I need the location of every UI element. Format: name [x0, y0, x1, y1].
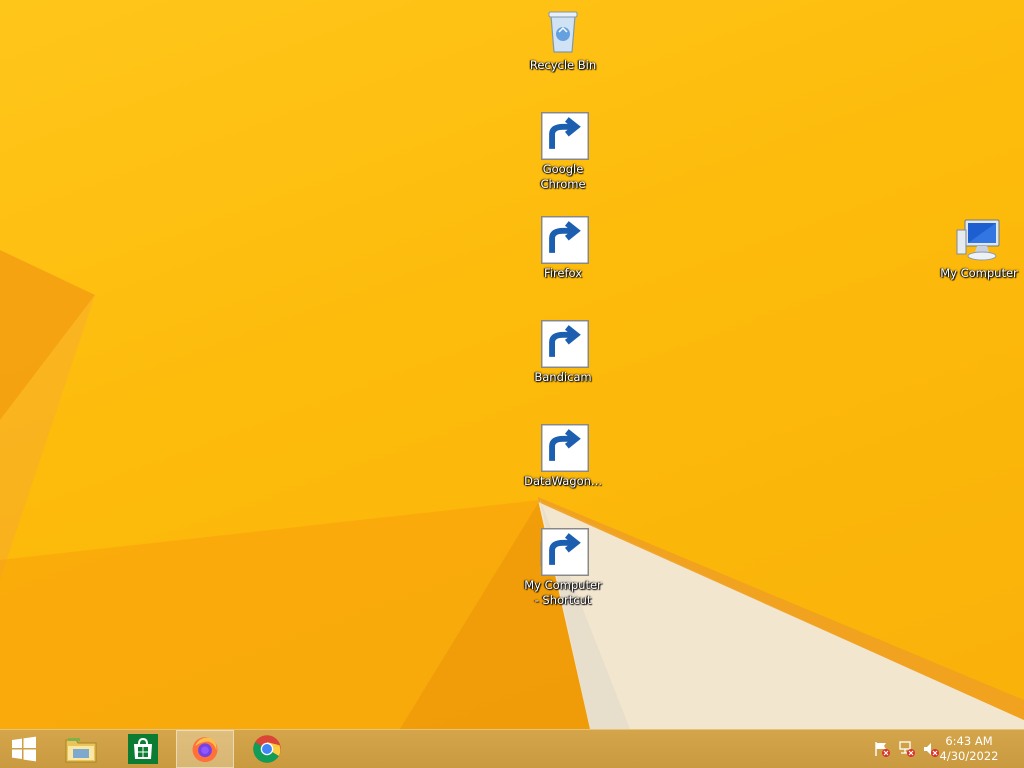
chrome-icon [539, 112, 589, 160]
taskbar-firefox-button[interactable] [176, 730, 234, 768]
recycle-bin-icon [539, 8, 587, 56]
windows-logo-icon [12, 736, 36, 762]
desktop-icon-label: DataWagon... [524, 474, 602, 488]
desktop-icon-firefox[interactable]: Firefox [523, 216, 603, 281]
shortcut-arrow-icon [541, 112, 589, 160]
taskbar-file-explorer-button[interactable] [52, 730, 110, 768]
folder-icon [65, 738, 97, 763]
shortcut-arrow-icon [541, 528, 589, 576]
desktop-icon-my-computer-shortcut[interactable]: My Computer - Shortcut [523, 528, 603, 608]
shortcut-arrow-icon [541, 320, 589, 368]
start-button[interactable] [0, 730, 48, 768]
store-icon [128, 734, 158, 764]
chrome-icon [253, 735, 281, 763]
action-center-flag-icon[interactable] [873, 740, 891, 758]
network-icon[interactable] [898, 740, 916, 758]
wallpaper [0, 250, 1024, 729]
desktop-icon-label: My Computer - Shortcut [524, 578, 602, 607]
desktop-icon-label: Recycle Bin [529, 58, 597, 72]
desktop-icon-bandicam[interactable]: Bandicam [523, 320, 603, 385]
desktop-icon-label: Bandicam [534, 370, 592, 384]
desktop-icon-google-chrome[interactable]: Google Chrome [523, 112, 603, 192]
computer-icon [539, 528, 589, 576]
taskbar-clock[interactable]: 6:43 AM 4/30/2022 [934, 734, 1004, 764]
desktop[interactable]: Recycle Bin Google Chrome Firefox Bandic… [0, 0, 1024, 729]
desktop-icon-label: My Computer [940, 266, 1018, 280]
computer-icon [955, 216, 1003, 264]
desktop-icon-label: Firefox [543, 266, 583, 280]
desktop-icon-my-computer[interactable]: My Computer [939, 216, 1019, 281]
taskbar: 6:43 AM 4/30/2022 [0, 729, 1024, 768]
firefox-icon [192, 737, 218, 763]
bandicam-icon [539, 320, 589, 368]
clock-date: 4/30/2022 [939, 749, 999, 763]
datawagon-icon [539, 424, 589, 472]
shortcut-arrow-icon [541, 216, 589, 264]
desktop-icon-label: Google Chrome [540, 162, 586, 191]
shortcut-arrow-icon [541, 424, 589, 472]
desktop-icon-recycle-bin[interactable]: Recycle Bin [523, 8, 603, 73]
clock-time: 6:43 AM [945, 734, 993, 748]
firefox-icon [539, 216, 589, 264]
desktop-icon-datawagon[interactable]: DataWagon... [523, 424, 603, 489]
taskbar-store-button[interactable] [114, 730, 172, 768]
taskbar-chrome-button[interactable] [238, 730, 296, 768]
